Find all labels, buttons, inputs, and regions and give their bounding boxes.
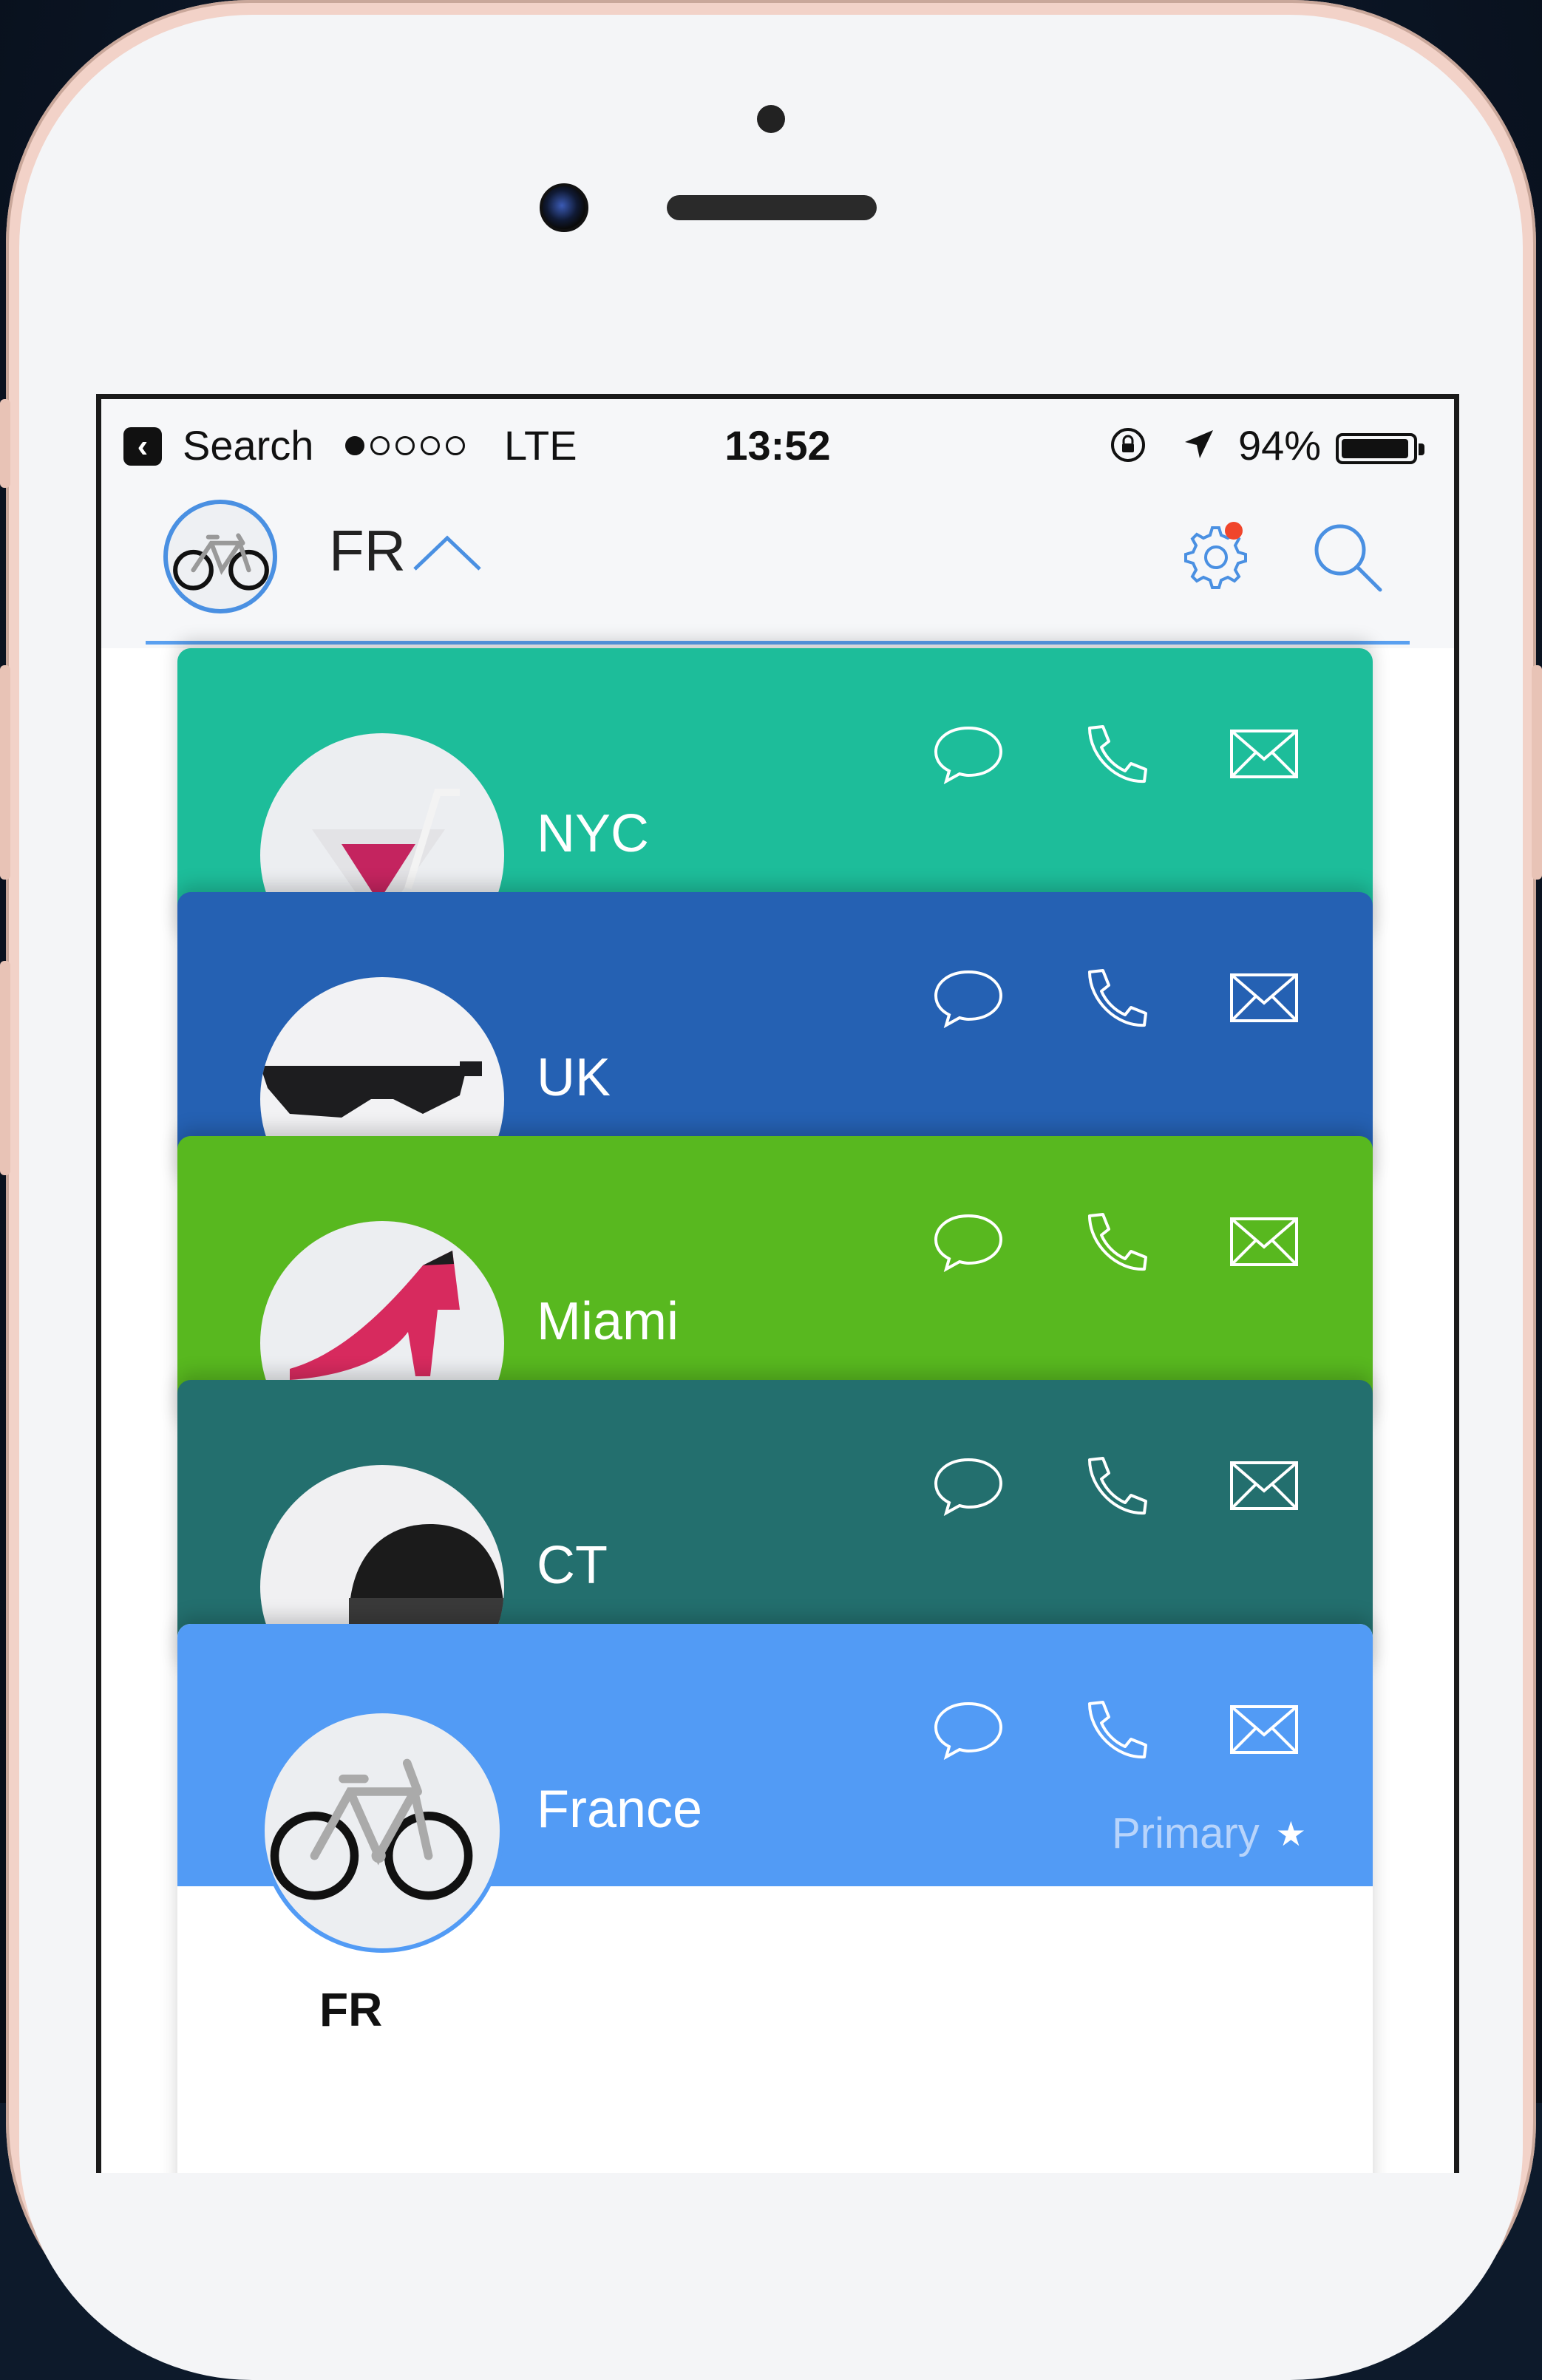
- star-icon: ★: [1275, 1814, 1306, 1853]
- chevron-up-icon[interactable]: [410, 531, 484, 575]
- account-list: NYC UK Miami CT France Primary ★ FR: [101, 648, 1454, 2173]
- rotation-lock-icon: [1111, 428, 1145, 462]
- mail-icon[interactable]: [1227, 1698, 1301, 1760]
- screen: ‹ Search LTE 13:52 94% FR NYC UK Miami C…: [96, 394, 1459, 2173]
- account-card-label: CT: [537, 1536, 608, 1595]
- primary-badge: Primary ★: [1112, 1809, 1306, 1858]
- profile-name: FR: [319, 1983, 383, 2036]
- phone-icon[interactable]: [1079, 1454, 1153, 1516]
- message-icon[interactable]: [931, 722, 1005, 784]
- gear-icon[interactable]: [1173, 514, 1254, 596]
- search-icon[interactable]: [1306, 516, 1388, 597]
- volume-up-button: [0, 665, 10, 880]
- nav-underline: [146, 641, 1410, 645]
- message-icon[interactable]: [931, 1454, 1005, 1516]
- mute-switch: [0, 399, 10, 488]
- front-camera: [540, 183, 588, 232]
- proximity-sensor: [757, 105, 785, 133]
- bicycle-icon: [260, 1709, 504, 1953]
- power-button: [1532, 665, 1542, 880]
- account-card-label: France: [537, 1780, 703, 1839]
- message-icon[interactable]: [931, 966, 1005, 1028]
- account-title[interactable]: FR: [329, 517, 406, 585]
- account-card-label: Miami: [537, 1292, 679, 1351]
- account-card-label: UK: [537, 1048, 611, 1107]
- phone-icon[interactable]: [1079, 966, 1153, 1028]
- account-card-label: NYC: [537, 804, 650, 863]
- message-icon[interactable]: [931, 1698, 1005, 1760]
- message-icon[interactable]: [931, 1210, 1005, 1272]
- mail-icon[interactable]: [1227, 1210, 1301, 1272]
- location-arrow-icon: [1185, 430, 1213, 458]
- mail-icon[interactable]: [1227, 1454, 1301, 1516]
- earpiece-speaker: [667, 195, 877, 220]
- volume-down-button: [0, 961, 10, 1175]
- mail-icon[interactable]: [1227, 966, 1301, 1028]
- nav-bar: FR: [101, 488, 1454, 645]
- bicycle-icon: [173, 533, 269, 591]
- phone-icon[interactable]: [1079, 1698, 1153, 1760]
- status-bar: ‹ Search LTE 13:52 94%: [101, 399, 1454, 488]
- account-avatar[interactable]: [163, 500, 277, 613]
- phone-icon[interactable]: [1079, 1210, 1153, 1272]
- account-card-france[interactable]: France Primary ★ FR: [177, 1624, 1373, 2173]
- notification-badge: [1225, 522, 1243, 540]
- phone-icon[interactable]: [1079, 722, 1153, 784]
- primary-label: Primary: [1111, 1809, 1260, 1857]
- battery-percent: 94%: [1238, 422, 1322, 469]
- mail-icon[interactable]: [1227, 722, 1301, 784]
- battery-icon: [1336, 433, 1424, 464]
